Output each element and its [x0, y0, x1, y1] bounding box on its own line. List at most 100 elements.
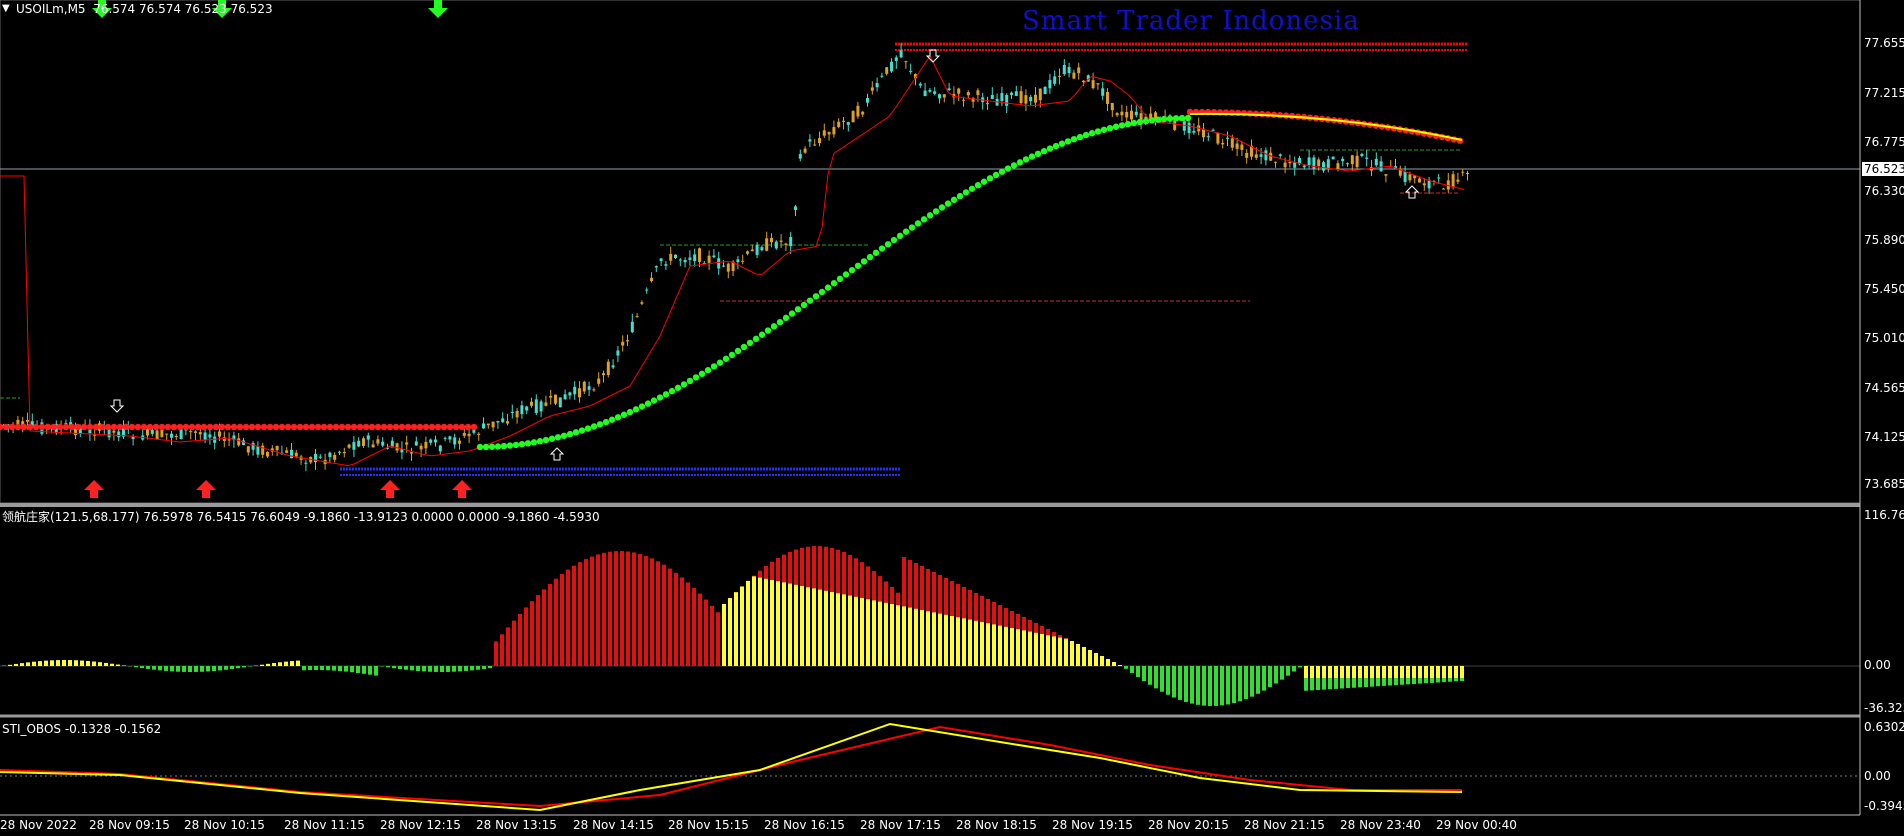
- histogram-bar: [494, 641, 498, 666]
- histogram-bar: [308, 666, 312, 671]
- candle-body: [938, 94, 941, 99]
- histogram-bar: [506, 627, 510, 666]
- histogram-bar: [266, 663, 270, 666]
- green-trend-dot: [926, 212, 934, 219]
- time-axis-label: 28 Nov 15:15: [668, 818, 749, 832]
- histogram-bar: [1148, 666, 1152, 685]
- histogram-bar: [680, 577, 684, 666]
- red-trend-dot: [398, 423, 406, 431]
- candle-body: [1221, 142, 1225, 145]
- histogram-bar: [1406, 666, 1410, 678]
- histogram-bar: [1034, 632, 1038, 666]
- candle-body: [635, 316, 639, 318]
- histogram-bar: [764, 626, 768, 666]
- histogram-bar: [1340, 666, 1344, 678]
- candle-body: [1264, 150, 1268, 161]
- candle-body: [352, 442, 356, 450]
- candle-body: [1403, 171, 1407, 182]
- candle-body: [496, 421, 500, 423]
- red-trend-dot: [290, 423, 298, 431]
- histogram-bar: [290, 661, 294, 666]
- price-axis-label: 73.685: [1864, 477, 1904, 491]
- green-trend-dot: [554, 434, 562, 441]
- red-trend-dot: [116, 423, 124, 431]
- red-trend-dot: [404, 423, 412, 431]
- red-trend-dot: [254, 423, 262, 431]
- candle-body: [808, 139, 812, 142]
- candle-body: [1360, 153, 1364, 156]
- histogram-bar: [146, 666, 150, 669]
- candle-body: [947, 88, 951, 91]
- candle-body: [650, 277, 653, 282]
- green-trend-dot: [800, 301, 808, 309]
- red-trend-dot: [320, 423, 328, 431]
- candle-body: [587, 386, 591, 390]
- candle-body: [1466, 172, 1469, 174]
- histogram-bar: [992, 624, 996, 666]
- time-axis-label: 28 Nov 13:15: [476, 818, 557, 832]
- green-trend-dot: [1034, 150, 1042, 158]
- red-trend-dot: [38, 423, 46, 431]
- histogram-bar: [1316, 666, 1320, 678]
- red-trend-dot: [56, 423, 64, 431]
- green-trend-dot: [716, 359, 724, 366]
- time-axis-label: 28 Nov 14:15: [573, 818, 654, 832]
- green-trend-dot: [728, 351, 736, 359]
- histogram-bar: [1292, 666, 1296, 672]
- green-trend-dot: [692, 374, 700, 381]
- histogram-bar: [878, 601, 882, 666]
- candle-body: [606, 361, 610, 375]
- candle-body: [405, 442, 409, 445]
- green-trend-dot: [518, 440, 526, 448]
- histogram-bar: [1070, 641, 1074, 666]
- green-trend-dot: [734, 347, 742, 355]
- candle-body: [899, 50, 903, 58]
- red-trend-dot: [62, 423, 70, 431]
- histogram-bar: [602, 552, 606, 666]
- candle-body: [237, 438, 241, 446]
- histogram-bar: [14, 663, 18, 666]
- histogram-bar: [488, 666, 492, 669]
- candle-body: [486, 423, 490, 426]
- histogram-bar: [86, 660, 90, 666]
- candle-body: [1365, 157, 1369, 159]
- candle-body: [990, 95, 994, 99]
- candle-body: [592, 389, 596, 391]
- histogram-bar: [278, 662, 282, 666]
- red-trend-dot: [176, 423, 184, 431]
- candle-body: [573, 386, 577, 395]
- histogram-bar: [1232, 666, 1236, 704]
- candle-body: [525, 406, 529, 411]
- histogram-bar: [1436, 666, 1440, 678]
- histogram-bar: [1214, 666, 1218, 706]
- candle-body: [1245, 152, 1249, 158]
- candles: [2, 42, 1469, 472]
- red-trend-dot: [98, 423, 106, 431]
- green-trend-dot: [638, 403, 646, 410]
- dropdown-triangle-icon[interactable]: ▼: [2, 2, 10, 16]
- green-trend-dot: [512, 441, 520, 449]
- green-trend-dot: [1178, 114, 1186, 122]
- candle-body: [1053, 76, 1057, 84]
- candle-body: [160, 429, 164, 437]
- histogram-bar: [950, 616, 954, 666]
- histogram-bar: [536, 595, 540, 666]
- candle-body: [904, 61, 908, 63]
- chart-canvas[interactable]: [0, 0, 1904, 836]
- histogram-bar: [830, 592, 834, 666]
- candle-body: [1077, 67, 1081, 74]
- candle-body: [165, 433, 169, 435]
- histogram-bar: [782, 626, 786, 666]
- histogram-bar: [38, 661, 42, 666]
- histogram-bar: [332, 666, 336, 671]
- histogram-bar: [1184, 666, 1188, 702]
- histogram-bar: [416, 666, 420, 671]
- candle-body: [1110, 102, 1114, 111]
- candle-body: [688, 257, 692, 260]
- candle-body: [304, 462, 308, 464]
- histogram-bar: [986, 623, 990, 666]
- histogram-bar: [812, 588, 816, 666]
- histogram-bar: [422, 666, 426, 672]
- histogram-bar: [1088, 650, 1092, 666]
- red-trend-dot: [8, 423, 16, 431]
